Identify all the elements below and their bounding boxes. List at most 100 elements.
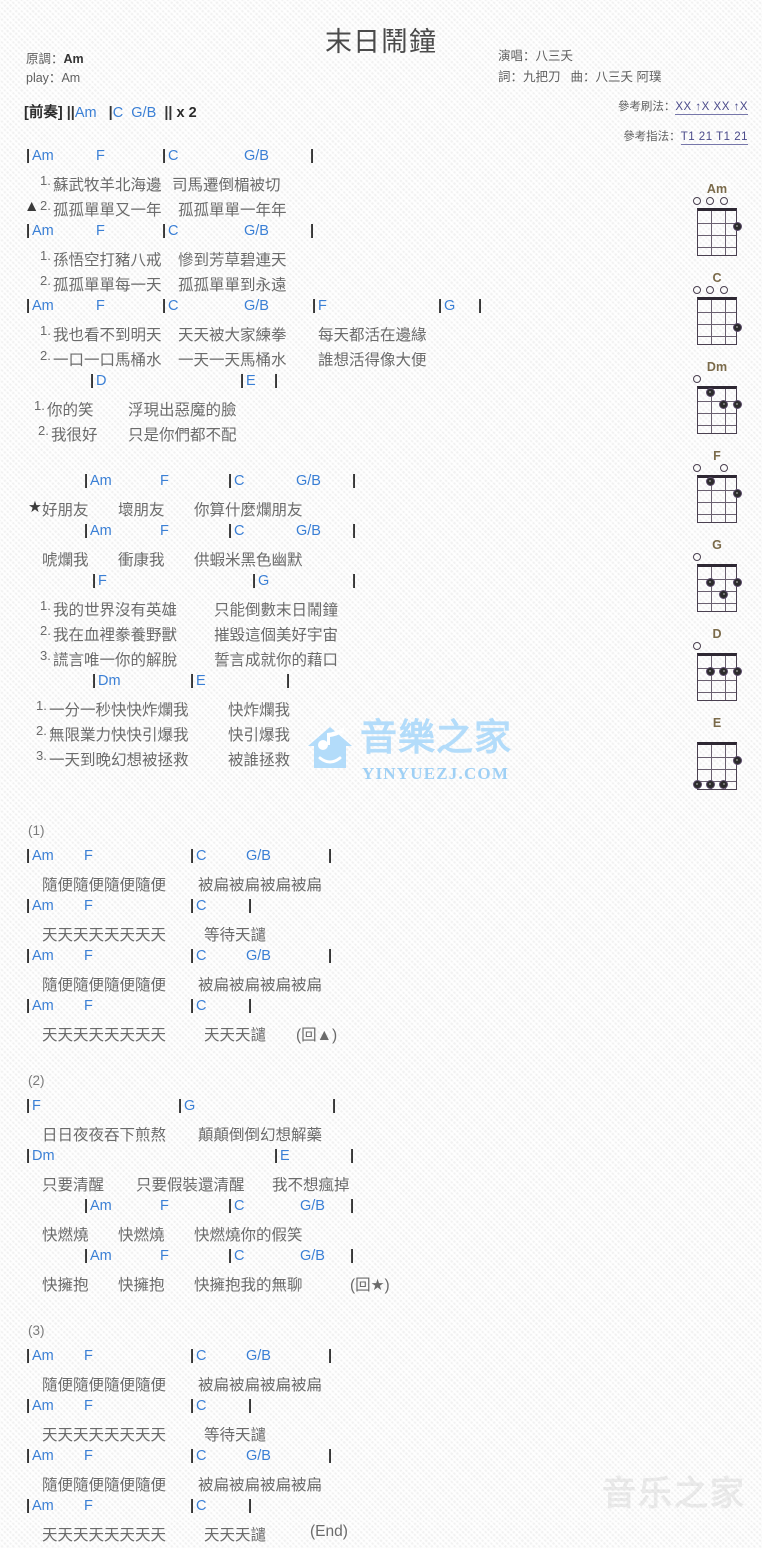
chord-symbol: G — [184, 1098, 196, 1114]
chord-symbol: F — [160, 1198, 169, 1214]
chord-symbol: Dm — [98, 673, 121, 689]
chord-diagram-f: F — [680, 449, 754, 533]
chord-symbol: Am — [32, 898, 54, 914]
lyric-text: 孤孤單單到永遠 — [178, 277, 287, 294]
lyric-text: 壞朋友 — [118, 502, 165, 519]
bar-line: | — [328, 1348, 333, 1364]
chord-symbol: Am — [32, 1498, 54, 1514]
chord-line: | Am F | C G/B | — [0, 848, 560, 873]
fretboard-grid — [697, 475, 737, 523]
finger-position-dot — [732, 666, 742, 676]
lyric-text: 被扁被扁被扁被扁 — [198, 1377, 323, 1394]
finger-position-dot — [705, 476, 715, 486]
bar-line: | — [26, 898, 31, 914]
verse-number: 1. — [40, 598, 51, 613]
section-group-label: (1) — [28, 823, 45, 838]
fret-line — [698, 324, 736, 325]
bar-line: | — [162, 148, 167, 164]
chord-line: | Am F | C G/B | — [0, 223, 560, 248]
lyric-text: 我的世界沒有英雄 — [53, 602, 178, 619]
finger-position-dot — [719, 589, 729, 599]
chord-line: | Am F | C G/B | — [0, 523, 560, 548]
lyric-text: 天天天天天天天天 — [42, 1027, 167, 1044]
bar-line: | — [310, 223, 315, 239]
lyric-line: 3. 謊言唯一你的解脫 誓言成就你的藉口 — [0, 648, 560, 673]
lyric-text: 誰想活得像大便 — [318, 352, 427, 369]
chord-symbol: C — [234, 473, 245, 489]
lyric-text: 隨便隨便隨便隨便 — [42, 977, 167, 994]
open-string-marker — [693, 464, 701, 472]
bar-line: | — [26, 1448, 31, 1464]
lyric-text: 你的笑 — [47, 402, 94, 419]
chord-symbol: G/B — [246, 1448, 271, 1464]
fret-line — [698, 781, 736, 782]
writer-row: 詞：九把刀 曲：八三夭 阿璞 — [498, 67, 748, 88]
bar-line: | — [162, 298, 167, 314]
chord-symbol: Am — [90, 523, 112, 539]
chord-line: | Am F | C | — [0, 898, 560, 923]
fretboard-grid — [697, 208, 737, 256]
string-line — [711, 567, 713, 611]
lyric-line: 1. 你的笑 浮現出惡魔的臉 — [0, 398, 560, 423]
string-line — [724, 567, 726, 611]
verse-number: 2. — [40, 623, 51, 638]
fret-line — [698, 579, 736, 580]
lyric-line: 2. 一口一口馬桶水 一天一天馬桶水 誰想活得像大便 — [0, 348, 560, 373]
chord-symbol: F — [84, 1498, 93, 1514]
lyric-text: 隨便隨便隨便隨便 — [42, 877, 167, 894]
fret-line — [698, 247, 736, 248]
chord-line: | Am F | C G/B | — [0, 148, 560, 173]
lyric-text: 好朋友 — [42, 502, 89, 519]
verse-number: 2. — [36, 723, 47, 738]
lyric-line: ▲ 2. 孤孤單單又一年 孤孤單單一年年 — [0, 198, 560, 223]
chord-line: | Dm | E | — [0, 1148, 560, 1173]
section-note: (回▲) — [296, 1027, 338, 1044]
fretboard-grid — [697, 386, 737, 434]
chord-line: | Am F | C G/B | — [0, 473, 560, 498]
bar-line: | — [26, 1348, 31, 1364]
lyric-text: 司馬遷倒楣被切 — [172, 177, 281, 194]
lyric-text: 摧毀這個美好宇宙 — [214, 627, 339, 644]
chord-symbol: F — [84, 998, 93, 1014]
fretboard-grid — [697, 564, 737, 612]
lyric-text: 被扁被扁被扁被扁 — [198, 1477, 323, 1494]
lyric-line: 天天天天天天天天 等待天譴 — [0, 1423, 560, 1448]
lyricist-value: 九把刀 — [523, 70, 561, 84]
chord-symbol: Am — [90, 473, 112, 489]
star-marker: ★ — [28, 499, 42, 516]
singer-row: 演唱：八三夭 — [498, 46, 748, 67]
bar-line: | — [310, 148, 315, 164]
fret-line — [698, 668, 736, 669]
finger-position-dot — [705, 577, 715, 587]
fret-line — [698, 502, 736, 503]
prelude-bar-1: || — [66, 105, 75, 121]
chord-symbol: Am — [32, 848, 54, 864]
verse-number: 2. — [40, 348, 51, 363]
lyric-line: 隨便隨便隨便隨便 被扁被扁被扁被扁 — [0, 873, 560, 898]
prelude-chord-am: Am — [74, 105, 97, 121]
lyric-text: 日日夜夜吞下煎熬 — [42, 1127, 167, 1144]
chord-symbol: F — [84, 1448, 93, 1464]
bar-line: | — [350, 1248, 355, 1264]
chord-line: | Am F | C G/B | — [0, 1248, 560, 1273]
chord-symbol: G/B — [246, 1348, 271, 1364]
chord-symbol: Am — [32, 1448, 54, 1464]
bar-line: | — [84, 1198, 89, 1214]
finger-position-dot — [719, 666, 729, 676]
lyric-text: 快引爆我 — [228, 727, 291, 744]
play-key-label: play： — [26, 71, 62, 85]
chord-diagram-dm: Dm — [680, 360, 754, 444]
bar-line: | — [228, 1198, 233, 1214]
chord-diagram-d: D — [680, 627, 754, 711]
bar-line: | — [328, 1448, 333, 1464]
fret-line — [698, 336, 736, 337]
chord-symbol: C — [168, 148, 179, 164]
chord-line: | D | E | — [0, 373, 560, 398]
lyric-text: 浮現出惡魔的臉 — [128, 402, 237, 419]
lyric-text: 快擁抱 — [42, 1277, 89, 1294]
bar-line: | — [350, 1148, 355, 1164]
key-info: 原調：Am play：Am — [26, 50, 84, 88]
open-string-marker — [719, 197, 728, 205]
lyric-line: 1. 一分一秒快快炸爛我 快炸爛我 — [0, 698, 560, 723]
verse-number: 1. — [40, 173, 51, 188]
